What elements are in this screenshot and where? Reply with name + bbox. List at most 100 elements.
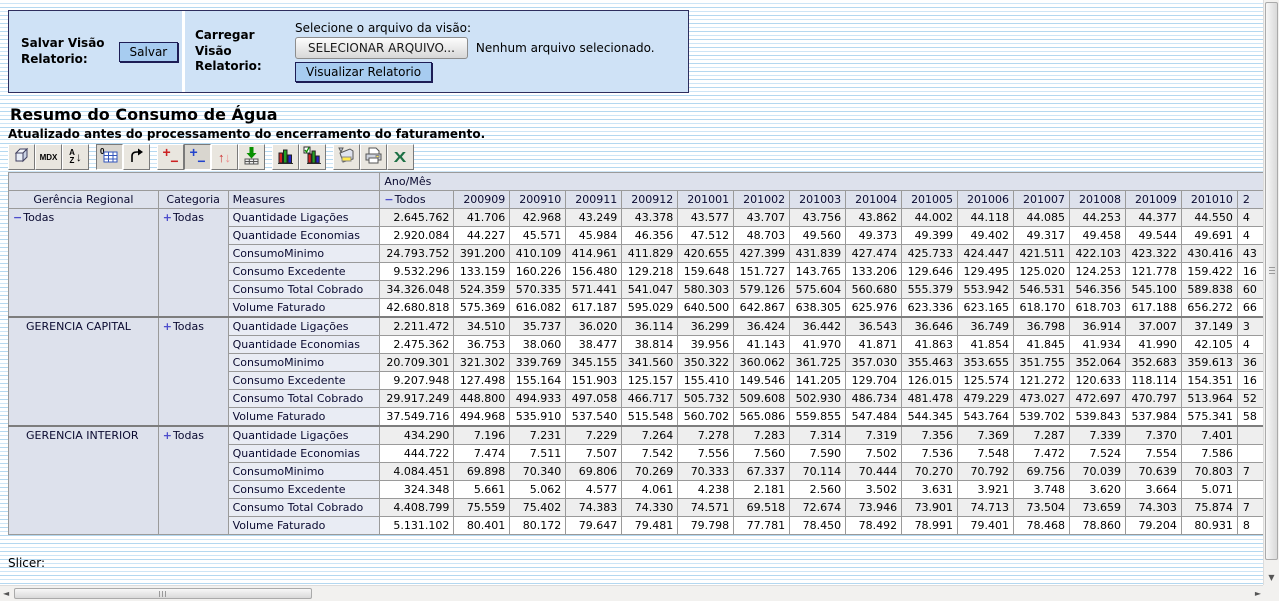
- table-row: Gerência RegionalCategoriaMeasures−Todos…: [9, 191, 1264, 209]
- value-cell: 565.086: [734, 408, 790, 427]
- value-cell: 74.303: [1125, 499, 1181, 517]
- partial-value-cell: 66: [1237, 299, 1263, 318]
- value-cell: 36.753: [454, 336, 510, 354]
- value-cell: 5.131.102: [380, 517, 454, 535]
- expand-icon[interactable]: +: [163, 211, 172, 224]
- region-member-cell[interactable]: GERENCIA INTERIOR: [9, 426, 159, 535]
- value-cell: 125.157: [622, 372, 678, 390]
- value-cell: 37.007: [1125, 317, 1181, 336]
- chart-config-button[interactable]: [299, 144, 326, 170]
- scroll-left-icon[interactable]: ◄: [3, 589, 9, 598]
- value-cell: 41.863: [902, 336, 958, 354]
- vertical-scroll-thumb[interactable]: [1265, 2, 1278, 560]
- value-cell: 7.401: [1181, 426, 1237, 445]
- value-cell: 43.378: [622, 209, 678, 227]
- region-member-cell[interactable]: GERENCIA CAPITAL: [9, 317, 159, 426]
- value-cell: 36.914: [1070, 317, 1126, 336]
- value-cell: 34.510: [454, 317, 510, 336]
- value-cell: 352.064: [1070, 354, 1126, 372]
- value-cell: 44.550: [1181, 209, 1237, 227]
- value-cell: 545.100: [1125, 281, 1181, 299]
- value-cell: 70.114: [790, 463, 846, 481]
- value-cell: 345.155: [566, 354, 622, 372]
- value-cell: 155.410: [678, 372, 734, 390]
- sort-button[interactable]: AZ ↓: [62, 144, 89, 170]
- value-cell: 78.860: [1070, 517, 1126, 535]
- measure-label-cell: Quantidade Ligações: [228, 317, 380, 336]
- measure-label-cell: Volume Faturado: [228, 299, 380, 318]
- measure-label-cell: Consumo Excedente: [228, 372, 380, 390]
- value-cell: 124.253: [1070, 263, 1126, 281]
- drill-replace-button[interactable]: ↑↓: [211, 144, 238, 170]
- swap-axes-button[interactable]: [123, 144, 150, 170]
- collapse-icon[interactable]: −: [13, 211, 22, 224]
- value-cell: 421.511: [1014, 245, 1070, 263]
- horizontal-scroll-thumb[interactable]: [14, 588, 312, 599]
- value-cell: 45.984: [566, 227, 622, 245]
- value-cell: 133.159: [454, 263, 510, 281]
- region-member-cell[interactable]: −Todas: [9, 209, 159, 318]
- value-cell: 78.450: [790, 517, 846, 535]
- olap-navigator-button[interactable]: [8, 144, 35, 170]
- measure-label-cell: Quantidade Economias: [228, 227, 380, 245]
- value-cell: 7.287: [1014, 426, 1070, 445]
- category-member-cell[interactable]: +Todas: [158, 317, 228, 426]
- drill-position-icon: +−: [189, 148, 207, 166]
- file-select-button[interactable]: SELECIONAR ARQUIVO...: [295, 37, 468, 59]
- value-cell: 35.737: [510, 317, 566, 336]
- value-cell: 360.062: [734, 354, 790, 372]
- scroll-down-icon[interactable]: ▼: [1264, 573, 1279, 582]
- save-button[interactable]: Salvar: [119, 42, 179, 62]
- value-cell: 537.984: [1125, 408, 1181, 427]
- value-cell: 4.238: [678, 481, 734, 499]
- value-cell: 4.084.451: [380, 463, 454, 481]
- value-cell: 70.270: [902, 463, 958, 481]
- value-cell: 410.109: [510, 245, 566, 263]
- drill-through-button[interactable]: [238, 144, 265, 170]
- value-cell: 80.172: [510, 517, 566, 535]
- value-cell: 494.933: [510, 390, 566, 408]
- value-cell: 5.661: [454, 481, 510, 499]
- partial-value-cell: [1237, 426, 1263, 445]
- drill-position-button[interactable]: +−: [184, 144, 211, 170]
- measure-label-cell: Consumo Excedente: [228, 481, 380, 499]
- expand-icon[interactable]: +: [163, 429, 172, 442]
- category-member-cell[interactable]: +Todas: [158, 209, 228, 318]
- partial-value-cell: 60: [1237, 281, 1263, 299]
- value-cell: 353.655: [958, 354, 1014, 372]
- horizontal-scrollbar[interactable]: ◄ ►: [0, 585, 1263, 601]
- value-cell: 151.727: [734, 263, 790, 281]
- value-cell: 539.843: [1070, 408, 1126, 427]
- category-member-cell[interactable]: +Todas: [158, 426, 228, 535]
- excel-export-button[interactable]: X: [387, 144, 414, 170]
- mdx-editor-button[interactable]: MDX: [35, 144, 62, 170]
- value-cell: 49.399: [902, 227, 958, 245]
- measure-label-cell: Quantidade Ligações: [228, 426, 380, 445]
- scroll-right-icon[interactable]: ►: [1255, 589, 1261, 598]
- view-report-button[interactable]: Visualizar Relatorio: [295, 62, 432, 82]
- value-cell: 37.149: [1181, 317, 1237, 336]
- all-member-column-header[interactable]: −Todos: [380, 191, 454, 209]
- value-cell: 324.348: [380, 481, 454, 499]
- value-cell: 7.511: [510, 445, 566, 463]
- suppress-empty-button[interactable]: 0: [96, 144, 123, 170]
- collapse-icon[interactable]: −: [384, 193, 393, 206]
- value-cell: 43.577: [678, 209, 734, 227]
- value-cell: 7.319: [846, 426, 902, 445]
- drill-through-icon: [242, 146, 261, 168]
- value-cell: 357.030: [846, 354, 902, 372]
- vertical-scrollbar[interactable]: ▼: [1263, 0, 1279, 585]
- value-cell: 7.554: [1125, 445, 1181, 463]
- value-cell: 49.560: [790, 227, 846, 245]
- value-cell: 41.871: [846, 336, 902, 354]
- show-chart-button[interactable]: [272, 144, 299, 170]
- print-pdf-button[interactable]: [360, 144, 387, 170]
- drill-member-button[interactable]: +−: [157, 144, 184, 170]
- value-cell: 36.442: [790, 317, 846, 336]
- print-config-button[interactable]: [333, 144, 360, 170]
- value-cell: 595.029: [622, 299, 678, 318]
- expand-icon[interactable]: +: [163, 320, 172, 333]
- value-cell: 43.862: [846, 209, 902, 227]
- value-cell: 67.337: [734, 463, 790, 481]
- value-cell: 7.556: [678, 445, 734, 463]
